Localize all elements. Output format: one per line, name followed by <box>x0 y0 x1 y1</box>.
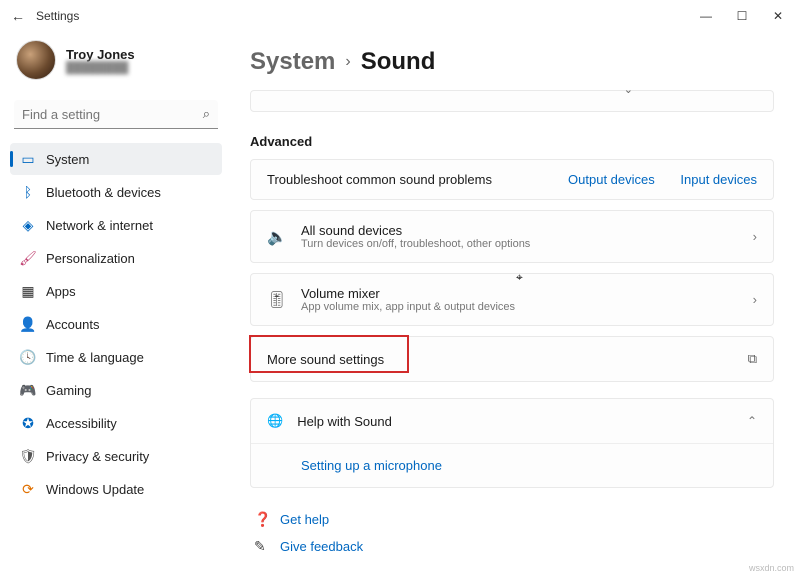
personalization-icon: 🖌 <box>20 250 36 266</box>
user-name: Troy Jones <box>66 47 135 62</box>
bluetooth-icon: ᛒ <box>20 184 36 200</box>
more-sound-card[interactable]: More sound settings ⧉ <box>250 336 774 382</box>
breadcrumb-parent[interactable]: System <box>250 48 335 76</box>
mixer-sub: App volume mix, app input & output devic… <box>301 301 739 313</box>
mixer-title: Volume mixer <box>301 286 739 301</box>
troubleshoot-title: Troubleshoot common sound problems <box>267 172 532 187</box>
chevron-up-icon: ⌃ <box>747 414 757 428</box>
search-input[interactable] <box>22 107 203 122</box>
content-area: System › Sound ⌄ Advanced Troubleshoot c… <box>232 32 800 577</box>
accounts-icon: 👤 <box>20 316 36 332</box>
back-button[interactable]: ← <box>4 8 32 24</box>
apps-icon: ▦ <box>20 283 36 299</box>
sidebar-item-bluetooth[interactable]: ᛒBluetooth & devices <box>10 176 222 208</box>
sidebar-item-apps[interactable]: ▦Apps <box>10 275 222 307</box>
watermark: wsxdn.com <box>749 563 794 573</box>
close-button[interactable]: ✕ <box>760 2 796 30</box>
feedback-link[interactable]: Give feedback <box>280 539 363 554</box>
chevron-down-icon: ⌄ <box>624 83 633 96</box>
accessibility-icon: ✪ <box>20 415 36 431</box>
feedback-icon: ✎ <box>254 538 270 555</box>
sidebar: Troy Jones ████████ ⌕ ▭System ᛒBluetooth… <box>0 32 232 577</box>
network-icon: ◈ <box>20 217 36 233</box>
volume-mixer-card[interactable]: 🎚 Volume mixer App volume mix, app input… <box>250 273 774 326</box>
footer-links: ❓ Get help ✎ Give feedback <box>250 506 774 560</box>
window-title: Settings <box>36 9 79 23</box>
help-header[interactable]: 🌐 Help with Sound ⌃ <box>251 399 773 443</box>
sidebar-item-gaming[interactable]: 🎮Gaming <box>10 374 222 406</box>
breadcrumb: System › Sound <box>250 48 774 76</box>
all-sound-sub: Turn devices on/off, troubleshoot, other… <box>301 238 739 250</box>
maximize-button[interactable]: ☐ <box>724 2 760 30</box>
output-devices-link[interactable]: Output devices <box>568 172 655 187</box>
sidebar-item-accessibility[interactable]: ✪Accessibility <box>10 407 222 439</box>
breadcrumb-current: Sound <box>361 48 436 76</box>
mixer-icon: 🎚 <box>267 290 287 310</box>
sidebar-item-personalization[interactable]: 🖌Personalization <box>10 242 222 274</box>
update-icon: ⟳ <box>20 481 36 497</box>
advanced-heading: Advanced <box>250 134 774 149</box>
chevron-right-icon: › <box>753 292 757 307</box>
time-icon: 🕓 <box>20 349 36 365</box>
speaker-icon: 🔈 <box>267 227 287 247</box>
globe-icon: 🌐 <box>267 413 283 429</box>
volume-row-collapsed[interactable]: ⌄ <box>250 90 774 112</box>
sidebar-item-update[interactable]: ⟳Windows Update <box>10 473 222 505</box>
get-help-icon: ❓ <box>254 511 270 528</box>
troubleshoot-card: Troubleshoot common sound problems Outpu… <box>250 159 774 200</box>
title-bar: ← Settings — ☐ ✕ <box>0 0 800 32</box>
more-sound-title: More sound settings <box>267 352 734 367</box>
help-card: 🌐 Help with Sound ⌃ Setting up a microph… <box>250 398 774 488</box>
privacy-icon: 🛡 <box>20 448 36 464</box>
chevron-right-icon: › <box>753 229 757 244</box>
get-help-link[interactable]: Get help <box>280 512 329 527</box>
help-title: Help with Sound <box>297 414 733 429</box>
search-icon: ⌕ <box>203 106 210 122</box>
sidebar-item-privacy[interactable]: 🛡Privacy & security <box>10 440 222 472</box>
user-email: ████████ <box>66 62 135 74</box>
avatar <box>16 40 56 80</box>
sidebar-item-network[interactable]: ◈Network & internet <box>10 209 222 241</box>
chevron-right-icon: › <box>345 53 350 71</box>
all-sound-title: All sound devices <box>301 223 739 238</box>
system-icon: ▭ <box>20 151 36 167</box>
user-block[interactable]: Troy Jones ████████ <box>10 32 222 96</box>
minimize-button[interactable]: — <box>688 2 724 30</box>
search-box[interactable]: ⌕ <box>14 100 218 129</box>
gaming-icon: 🎮 <box>20 382 36 398</box>
sidebar-item-time[interactable]: 🕓Time & language <box>10 341 222 373</box>
sidebar-item-accounts[interactable]: 👤Accounts <box>10 308 222 340</box>
help-link-mic[interactable]: Setting up a microphone <box>301 458 442 473</box>
all-sound-card[interactable]: 🔈 All sound devices Turn devices on/off,… <box>250 210 774 263</box>
external-link-icon: ⧉ <box>748 351 757 367</box>
input-devices-link[interactable]: Input devices <box>680 172 757 187</box>
sidebar-item-system[interactable]: ▭System <box>10 143 222 175</box>
